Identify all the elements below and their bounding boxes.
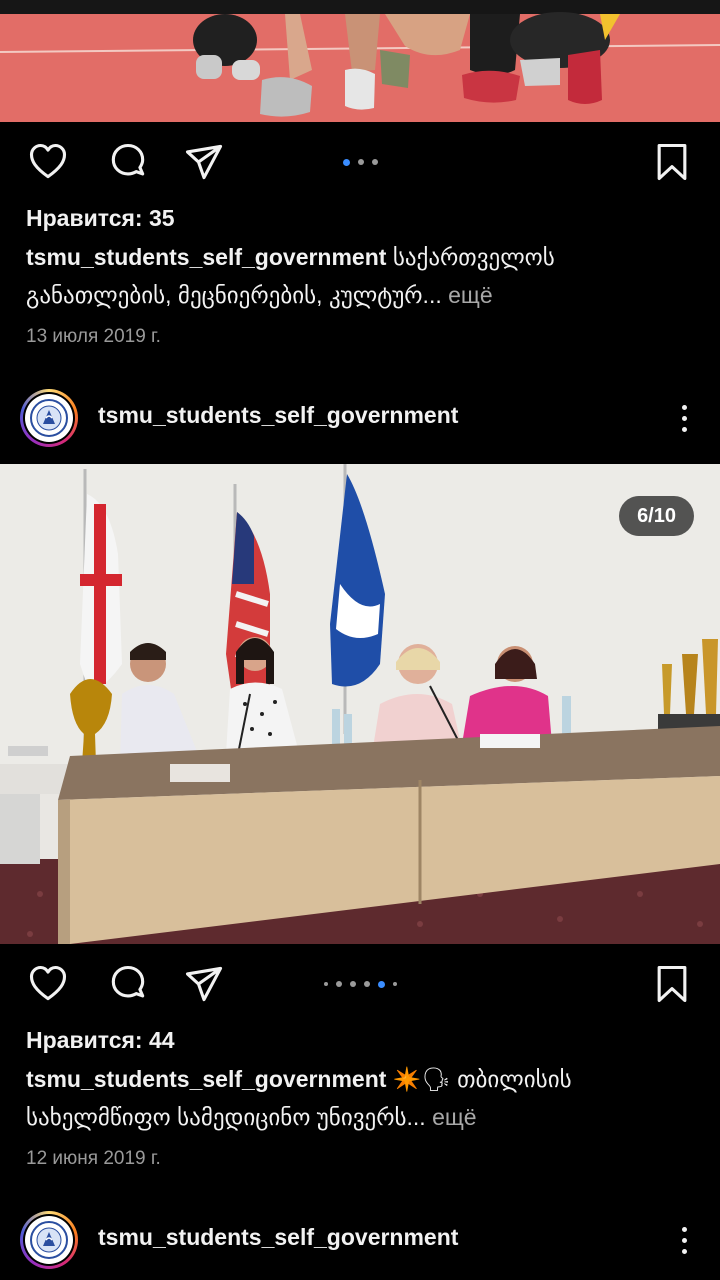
carousel-indicator	[310, 948, 410, 1020]
bookmark-icon[interactable]	[648, 960, 696, 1008]
carousel-dot	[357, 159, 364, 165]
post-actions	[0, 948, 720, 1020]
likes-count[interactable]: Нравится: 35	[26, 205, 175, 232]
avatar[interactable]	[20, 389, 78, 447]
carousel-dot	[349, 981, 356, 987]
post-header: tsmu_students_self_government	[0, 380, 720, 456]
more-vertical-icon[interactable]	[672, 398, 696, 438]
post-photo[interactable]: 6/10	[0, 464, 720, 944]
likes-count[interactable]: Нравится: 44	[26, 1027, 175, 1054]
header-username[interactable]: tsmu_students_self_government	[98, 402, 458, 429]
post-date: 12 июня 2019 г.	[26, 1148, 161, 1169]
post-caption: tsmu_students_self_government საქართველო…	[26, 238, 696, 314]
post-actions	[0, 126, 720, 198]
carousel-dot	[335, 981, 342, 987]
heart-icon[interactable]	[24, 138, 72, 186]
university-logo-icon	[30, 399, 68, 437]
caption-emoji: ✴️🗣	[392, 1066, 451, 1092]
carousel-dot	[323, 982, 328, 986]
post-header: tsmu_students_self_government	[0, 1202, 720, 1278]
bookmark-icon[interactable]	[648, 138, 696, 186]
carousel-dot	[377, 980, 385, 988]
post-date: 13 июля 2019 г.	[26, 326, 161, 347]
carousel-dot	[363, 981, 370, 987]
avatar[interactable]	[20, 1211, 78, 1269]
carousel-dot	[371, 159, 378, 165]
carousel-dot	[392, 982, 397, 986]
post-caption: tsmu_students_self_government ✴️🗣 თბილის…	[26, 1060, 696, 1136]
more-link[interactable]: ещё	[432, 1104, 477, 1130]
send-icon[interactable]	[180, 138, 228, 186]
more-link[interactable]: ещё	[448, 282, 493, 308]
caption-username[interactable]: tsmu_students_self_government	[26, 1066, 386, 1092]
photo-counter: 6/10	[619, 496, 694, 536]
post-photo-top[interactable]	[0, 0, 720, 122]
send-icon[interactable]	[180, 960, 228, 1008]
heart-icon[interactable]	[24, 960, 72, 1008]
carousel-indicator	[310, 126, 410, 198]
volleyball-court-image	[0, 0, 720, 122]
conference-photo-image	[0, 464, 720, 944]
university-logo-icon	[30, 1221, 68, 1259]
comment-icon[interactable]	[104, 138, 152, 186]
header-username[interactable]: tsmu_students_self_government	[98, 1224, 458, 1251]
carousel-dot	[342, 158, 350, 166]
caption-username[interactable]: tsmu_students_self_government	[26, 244, 386, 270]
comment-icon[interactable]	[104, 960, 152, 1008]
more-vertical-icon[interactable]	[672, 1220, 696, 1260]
